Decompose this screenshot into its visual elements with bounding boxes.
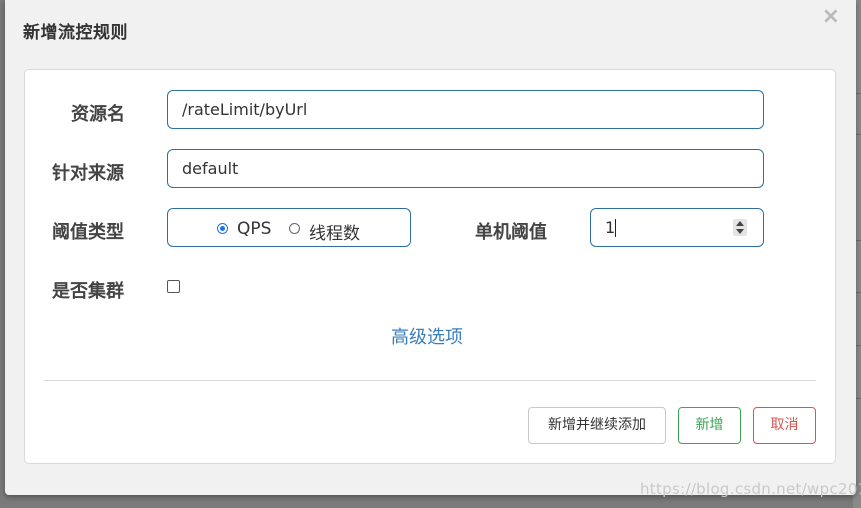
add-and-continue-button[interactable]: 新增并继续添加 <box>528 407 666 444</box>
source-label: 针对来源 <box>52 163 124 184</box>
resource-name-label: 资源名 <box>71 104 125 125</box>
single-threshold-input[interactable]: 1 <box>590 208 764 247</box>
cluster-checkbox[interactable] <box>167 280 180 293</box>
dialog-title: 新增流控规则 <box>23 23 128 43</box>
source-input[interactable]: default <box>167 149 764 188</box>
qps-radio-label[interactable]: QPS <box>237 219 271 239</box>
close-icon[interactable]: × <box>822 4 840 29</box>
qps-radio[interactable] <box>217 223 228 234</box>
thread-count-radio-label[interactable]: 线程数 <box>309 219 360 244</box>
form-panel: 资源名 /rateLimit/byUrl 针对来源 default 阈值类型 Q… <box>24 69 836 464</box>
spinner-down-icon[interactable] <box>736 229 744 234</box>
spinner-up-icon[interactable] <box>736 221 744 226</box>
advanced-options-link[interactable]: 高级选项 <box>391 323 463 349</box>
single-threshold-value: 1 <box>605 218 616 237</box>
add-button[interactable]: 新增 <box>678 407 741 444</box>
thread-count-radio[interactable] <box>289 223 300 234</box>
text-cursor <box>615 219 616 237</box>
single-threshold-label: 单机阈值 <box>475 222 547 243</box>
add-flow-rule-dialog: 新增流控规则 × 资源名 /rateLimit/byUrl 针对来源 defau… <box>5 0 856 495</box>
cancel-button[interactable]: 取消 <box>753 407 816 444</box>
threshold-type-radio-group: QPS 线程数 <box>167 208 411 247</box>
cluster-label: 是否集群 <box>52 281 124 302</box>
form-divider <box>44 380 816 381</box>
number-spinner[interactable] <box>733 219 747 236</box>
watermark-text: https://blog.csdn.net/wpc2018 <box>640 480 861 498</box>
resource-name-input[interactable]: /rateLimit/byUrl <box>167 90 764 129</box>
threshold-type-label: 阈值类型 <box>52 222 124 243</box>
